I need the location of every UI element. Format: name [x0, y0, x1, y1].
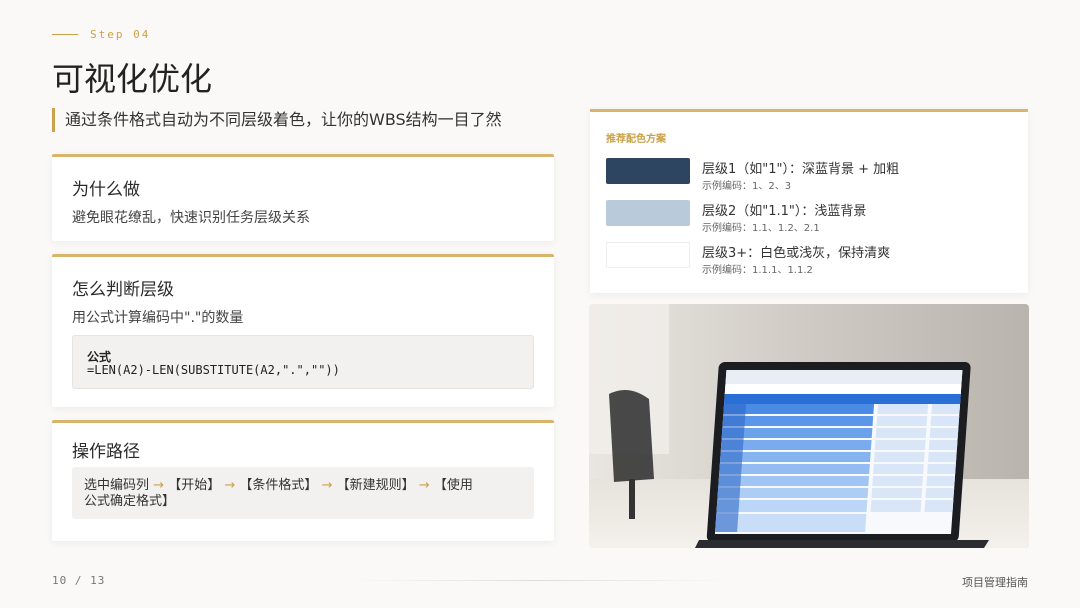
- color-scheme-card: 推荐配色方案 层级1（如"1"）：深蓝背景 + 加粗 示例编码：1、2、3 层级…: [590, 109, 1028, 293]
- step-label: Step 04: [90, 28, 151, 41]
- why-card-title: 为什么做: [72, 180, 140, 200]
- path-step-new-rule: 【新建规则】: [336, 478, 415, 493]
- level1-label: 层级1（如"1"）：深蓝背景 + 加粗: [702, 162, 900, 177]
- arrow-icon: →: [418, 478, 430, 493]
- arrow-icon: →: [321, 478, 333, 493]
- why-card-text: 避免眼花缭乱，快速识别任务层级关系: [72, 210, 310, 226]
- path-card: 操作路径 选中编码列 → 【开始】 → 【条件格式】 → 【新建规则】 → 【使…: [52, 420, 554, 541]
- arrow-icon: →: [224, 478, 236, 493]
- formula-text: =LEN(A2)-LEN(SUBSTITUTE(A2,".","")): [87, 363, 340, 377]
- level3-swatch: [606, 242, 690, 268]
- path-card-title: 操作路径: [72, 442, 140, 462]
- level2-swatch: [606, 200, 690, 226]
- level2-example: 示例编码：1.1、1.2、2.1: [702, 223, 820, 234]
- color-scheme-title: 推荐配色方案: [606, 134, 666, 145]
- level2-label: 层级2（如"1.1"）：浅蓝背景: [702, 204, 867, 219]
- path-step-select: 选中编码列: [84, 478, 150, 493]
- footer-divider: [350, 580, 730, 581]
- laptop-photo-illustration: [589, 304, 1029, 548]
- operation-path-text: 选中编码列 → 【开始】 → 【条件格式】 → 【新建规则】 → 【使用公式确定…: [84, 478, 484, 510]
- why-card: 为什么做 避免眼花缭乱，快速识别任务层级关系: [52, 154, 554, 241]
- formula-box: 公式 =LEN(A2)-LEN(SUBSTITUTE(A2,".","")): [72, 335, 534, 389]
- step-indicator: Step 04: [52, 28, 150, 41]
- laptop-spreadsheet-photo: [589, 304, 1029, 548]
- path-step-conditional-format: 【条件格式】: [239, 478, 318, 493]
- step-line: [52, 34, 78, 35]
- page-subtitle: 通过条件格式自动为不同层级着色，让你的WBS结构一目了然: [52, 108, 502, 132]
- level1-swatch: [606, 158, 690, 184]
- how-card: 怎么判断层级 用公式计算编码中"."的数量 公式 =LEN(A2)-LEN(SU…: [52, 254, 554, 407]
- how-card-title: 怎么判断层级: [72, 280, 174, 300]
- level3-label: 层级3+：白色或浅灰，保持清爽: [702, 246, 891, 261]
- page-number: 10 / 13: [52, 574, 106, 587]
- level1-example: 示例编码：1、2、3: [702, 181, 792, 192]
- operation-path-box: 选中编码列 → 【开始】 → 【条件格式】 → 【新建规则】 → 【使用公式确定…: [72, 467, 534, 519]
- level3-example: 示例编码：1.1.1、1.1.2: [702, 265, 813, 276]
- page-title: 可视化优化: [52, 60, 213, 98]
- document-title: 项目管理指南: [962, 576, 1028, 589]
- how-card-text: 用公式计算编码中"."的数量: [72, 310, 244, 326]
- arrow-icon: →: [153, 478, 165, 493]
- path-step-home: 【开始】: [168, 478, 221, 493]
